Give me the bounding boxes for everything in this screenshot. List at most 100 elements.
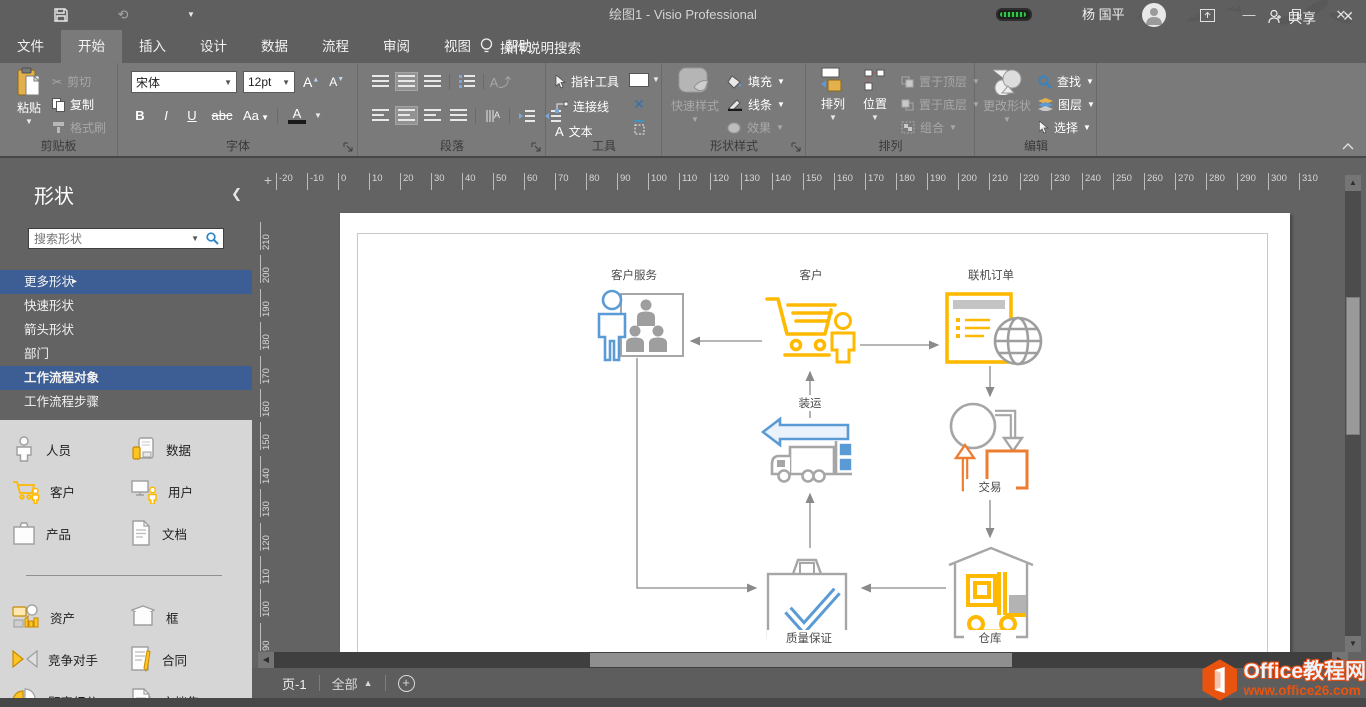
strikethrough-button[interactable]: abc bbox=[209, 108, 235, 123]
scroll-left-icon[interactable]: ◀ bbox=[258, 652, 274, 668]
horizontal-scrollbar[interactable]: ◀ ▶ bbox=[258, 652, 1348, 668]
add-page-button[interactable]: + bbox=[398, 675, 415, 692]
avatar[interactable] bbox=[1142, 3, 1166, 27]
select-button[interactable]: 选择▼ bbox=[1038, 117, 1091, 138]
pointer-tool-button[interactable]: 指针工具 bbox=[555, 71, 619, 92]
bold-button[interactable]: B bbox=[131, 108, 149, 123]
font-name-combo[interactable]: 宋体▼ bbox=[131, 71, 237, 93]
connector-tool-button[interactable]: 连接线 bbox=[555, 96, 609, 117]
node-customer-service[interactable] bbox=[595, 288, 687, 362]
scroll-up-icon[interactable]: ▲ bbox=[1345, 175, 1361, 191]
shape-item-competitor[interactable]: 竞争对手 bbox=[12, 639, 130, 679]
paste-button[interactable]: 粘贴 ▼ bbox=[8, 67, 50, 126]
find-button[interactable]: 查找▼ bbox=[1038, 71, 1094, 92]
arrange-button[interactable]: 排列▼ bbox=[813, 67, 853, 122]
node-warehouse[interactable] bbox=[946, 543, 1036, 641]
tell-me-search[interactable]: 操作说明搜索 bbox=[470, 30, 591, 63]
shape-item-product[interactable]: 产品 bbox=[12, 513, 130, 553]
layers-button[interactable]: 图层▼ bbox=[1038, 94, 1095, 115]
account-name[interactable]: 杨 国平 bbox=[1082, 0, 1125, 30]
paragraph-dialog-launcher-icon[interactable] bbox=[531, 142, 542, 153]
drawing-canvas[interactable]: 客户服务 客户 联机订单 装运 交易 质量保证 仓库 bbox=[278, 190, 1345, 652]
font-color-dropdown-icon[interactable]: ▼ bbox=[314, 111, 322, 120]
ribbon-display-options-icon[interactable] bbox=[1190, 0, 1224, 30]
bring-to-front-button[interactable]: 置于顶层▼ bbox=[901, 71, 980, 92]
group-button[interactable]: 组合▼ bbox=[901, 117, 957, 138]
delete-connector-icon[interactable]: ✕ bbox=[633, 96, 645, 113]
tab-流程[interactable]: 流程 bbox=[305, 30, 366, 63]
shape-item-customer[interactable]: 客户 bbox=[12, 471, 130, 511]
quick-styles-button[interactable]: 快速样式 ▼ bbox=[669, 67, 721, 124]
shape-item-contract[interactable]: 合同 bbox=[130, 639, 248, 679]
text-rotate-button[interactable]: A⤴ bbox=[489, 72, 512, 91]
copy-button[interactable]: 复制 bbox=[52, 94, 94, 115]
vertical-scrollbar[interactable]: ▲ ▼ bbox=[1345, 175, 1361, 652]
change-shape-button[interactable]: 更改形状▼ bbox=[980, 67, 1034, 124]
stencil-箭头形状[interactable]: 箭头形状 bbox=[0, 318, 252, 342]
font-dialog-launcher-icon[interactable] bbox=[343, 142, 354, 153]
stencil-快速形状[interactable]: 快速形状 bbox=[0, 294, 252, 318]
node-shipping[interactable] bbox=[760, 415, 858, 487]
decrease-indent-button[interactable] bbox=[515, 106, 538, 125]
align-top-button[interactable] bbox=[369, 72, 392, 91]
node-quality-assurance[interactable] bbox=[763, 550, 853, 642]
stencil-更多形状[interactable]: 更多形状▸ bbox=[0, 270, 252, 294]
bullets-button[interactable] bbox=[455, 72, 478, 91]
collapse-ribbon-icon[interactable] bbox=[1342, 143, 1354, 150]
shrink-font-button[interactable]: A▼ bbox=[329, 75, 344, 89]
justify-button[interactable] bbox=[447, 106, 470, 125]
align-bottom-button[interactable] bbox=[421, 72, 444, 91]
scroll-down-icon[interactable]: ▼ bbox=[1345, 636, 1361, 652]
align-right-button[interactable] bbox=[421, 106, 444, 125]
node-customer[interactable] bbox=[763, 292, 859, 364]
align-center-button[interactable] bbox=[395, 106, 418, 125]
align-left-button[interactable] bbox=[369, 106, 392, 125]
shape-search-input[interactable] bbox=[29, 232, 188, 246]
position-button[interactable]: 位置▼ bbox=[855, 67, 895, 122]
text-direction-button[interactable]: A bbox=[481, 106, 504, 125]
shape-item-frame[interactable]: 框 bbox=[130, 597, 248, 637]
search-dropdown-icon[interactable]: ▼ bbox=[188, 234, 202, 243]
shape-item-data[interactable]: 数据 bbox=[130, 429, 248, 469]
change-case-button[interactable]: Aa ▼ bbox=[243, 108, 267, 123]
all-pages-button[interactable]: 全部 ▲ bbox=[332, 674, 373, 693]
shape-styles-dialog-launcher-icon[interactable] bbox=[791, 142, 802, 153]
tab-插入[interactable]: 插入 bbox=[122, 30, 183, 63]
effects-button[interactable]: 效果▼ bbox=[727, 117, 784, 138]
line-button[interactable]: 线条▼ bbox=[727, 94, 785, 115]
scroll-right-icon[interactable]: ▶ bbox=[1332, 652, 1348, 668]
shape-swatch[interactable] bbox=[629, 73, 649, 87]
stencil-部门[interactable]: 部门 bbox=[0, 342, 252, 366]
page-tab[interactable]: 页-1 bbox=[282, 674, 307, 693]
tab-数据[interactable]: 数据 bbox=[244, 30, 305, 63]
stencil-工作流程步骤[interactable]: 工作流程步骤 bbox=[0, 390, 252, 414]
tab-开始[interactable]: 开始 bbox=[61, 30, 122, 63]
tab-设计[interactable]: 设计 bbox=[183, 30, 244, 63]
font-color-button[interactable]: A bbox=[288, 108, 306, 124]
format-painter-button[interactable]: 格式刷 bbox=[52, 117, 106, 138]
collapse-panel-icon[interactable]: ❮ bbox=[231, 186, 242, 202]
underline-button[interactable]: U bbox=[183, 108, 201, 123]
send-to-back-button[interactable]: 置于底层▼ bbox=[901, 94, 980, 115]
font-size-combo[interactable]: 12pt▼ bbox=[243, 71, 295, 93]
node-online-order[interactable] bbox=[944, 288, 1044, 368]
fill-button[interactable]: 填充▼ bbox=[727, 71, 785, 92]
shape-item-person[interactable]: 人员 bbox=[12, 429, 130, 469]
cut-button[interactable]: ✂剪切 bbox=[52, 71, 91, 92]
shape-item-document[interactable]: 文档 bbox=[130, 513, 248, 553]
swatch-dropdown-icon[interactable]: ▼ bbox=[652, 75, 660, 84]
horizontal-scroll-thumb[interactable] bbox=[590, 653, 1012, 667]
italic-button[interactable]: I bbox=[157, 108, 175, 123]
grow-font-button[interactable]: A▲ bbox=[303, 74, 319, 90]
vertical-scroll-thumb[interactable] bbox=[1346, 297, 1360, 435]
tab-审阅[interactable]: 审阅 bbox=[366, 30, 427, 63]
stencil-工作流程对象[interactable]: 工作流程对象 bbox=[0, 366, 252, 390]
collapse-close-icon[interactable]: ✕ bbox=[1342, 0, 1354, 33]
search-icon[interactable] bbox=[206, 232, 219, 245]
align-middle-button[interactable] bbox=[395, 72, 418, 91]
connection-point-icon[interactable] bbox=[631, 119, 647, 135]
minimize-button[interactable]: — bbox=[1232, 0, 1266, 30]
tab-文件[interactable]: 文件 bbox=[0, 30, 61, 63]
shape-item-user[interactable]: 用户 bbox=[130, 471, 248, 511]
shape-item-asset[interactable]: 资产 bbox=[12, 597, 130, 637]
